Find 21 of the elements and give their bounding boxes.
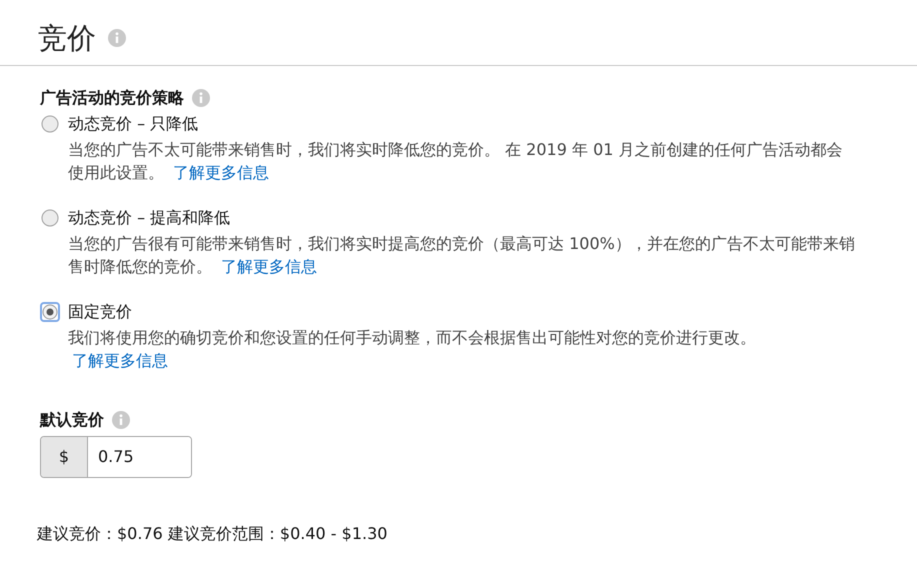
option-description: 我们将使用您的确切竞价和您设置的任何手动调整，而不会根据售出可能性对您的竞价进行更改。 了解更多信息 xyxy=(68,327,757,372)
info-icon[interactable] xyxy=(192,89,210,107)
info-icon[interactable] xyxy=(112,411,130,429)
currency-prefix: $ xyxy=(41,437,88,477)
option-description: 当您的广告很有可能带来销售时，我们将实时提高您的竞价（最高可达 100%），并在您的广告不太可能带来销售时降低您的竞价。 了解更多信息 xyxy=(68,233,856,278)
learn-more-link[interactable]: 了解更多信息 xyxy=(72,351,168,370)
option-label[interactable]: 动态竞价 – 只降低 xyxy=(68,112,198,136)
suggested-bid-text: 建议竞价：$0.76 建议竞价范围：$0.40 - $1.30 xyxy=(37,523,388,545)
section-heading: 广告活动的竞价策略 xyxy=(40,87,184,109)
field-label: 默认竞价 xyxy=(40,409,104,431)
learn-more-link[interactable]: 了解更多信息 xyxy=(221,257,318,276)
bid-input[interactable]: $ 0.75 xyxy=(40,436,192,478)
option-label[interactable]: 固定竞价 xyxy=(68,300,132,324)
option-label[interactable]: 动态竞价 – 提高和降低 xyxy=(68,206,230,230)
radio-button[interactable] xyxy=(40,302,60,322)
page-title: 竞价 xyxy=(38,20,96,56)
radio-button[interactable] xyxy=(40,114,60,134)
radio-button[interactable] xyxy=(40,208,60,228)
learn-more-link[interactable]: 了解更多信息 xyxy=(173,163,270,182)
option-description: 当您的广告不太可能带来销售时，我们将实时降低您的竞价。 在 2019 年 01 月之前创建的任何广告活动都会使用此设置。 了解更多信息 xyxy=(68,139,844,184)
info-icon[interactable] xyxy=(108,28,126,46)
